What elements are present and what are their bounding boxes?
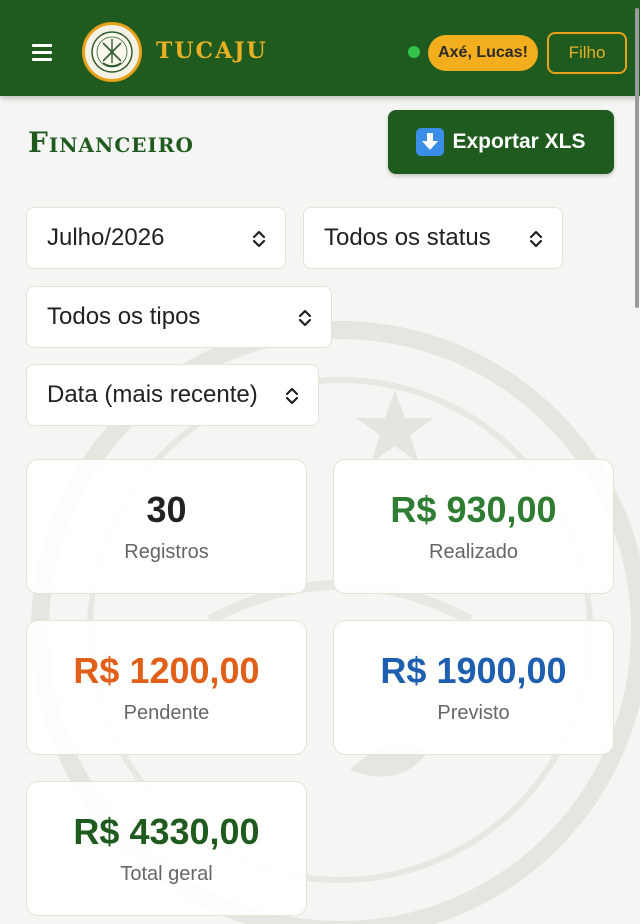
summary-card-realizado: R$ 930,00 Realizado (333, 459, 614, 594)
month-select-value: Julho/2026 (47, 224, 165, 251)
status-select-value: Todos os status (324, 224, 491, 251)
summary-card-pendente: R$ 1200,00 Pendente (26, 620, 307, 755)
chevron-updown-icon (252, 230, 266, 248)
sort-select-value: Data (mais recente) (47, 381, 258, 408)
summary-card-previsto: R$ 1900,00 Previsto (333, 620, 614, 755)
type-select-value: Todos os tipos (47, 303, 201, 330)
hamburger-icon[interactable] (32, 44, 52, 61)
download-arrow-icon (416, 128, 445, 156)
role-button[interactable]: Filho (547, 32, 627, 74)
scrollbar-thumb[interactable] (635, 8, 639, 308)
app-header: TUCAJU Axé, Lucas! Filho (0, 0, 640, 96)
month-select[interactable]: Julho/2026 (26, 207, 286, 269)
summary-value: R$ 930,00 (390, 489, 557, 530)
chevron-updown-icon (529, 230, 543, 248)
chevron-updown-icon (298, 309, 312, 327)
summary-card-total-geral: R$ 4330,00 Total geral (26, 781, 307, 916)
greeting-badge[interactable]: Axé, Lucas! (428, 35, 538, 71)
summary-value: R$ 1200,00 (73, 650, 260, 691)
summary-value: R$ 1900,00 (380, 650, 567, 691)
summary-label: Realizado (429, 541, 518, 563)
tucaju-logo[interactable] (82, 22, 142, 82)
brand-name: TUCAJU (156, 38, 268, 64)
status-select[interactable]: Todos os status (303, 207, 563, 269)
main-content: Financeiro Exportar XLS Julho/2026 Todos… (0, 96, 640, 924)
export-button-label: Exportar XLS (452, 130, 586, 153)
type-select[interactable]: Todos os tipos (26, 286, 332, 348)
summary-label: Registros (124, 541, 209, 563)
online-status-dot (408, 46, 420, 58)
export-xls-button[interactable]: Exportar XLS (388, 110, 614, 174)
summary-value: R$ 4330,00 (73, 811, 260, 852)
summary-value: 30 (146, 489, 187, 530)
chevron-updown-icon (285, 387, 299, 405)
summary-card-registros: 30 Registros (26, 459, 307, 594)
summary-label: Total geral (120, 863, 213, 885)
page-title: Financeiro (28, 126, 194, 159)
summary-label: Pendente (123, 702, 210, 724)
summary-label: Previsto (437, 702, 510, 724)
logo-emblem-icon (91, 31, 133, 73)
sort-select[interactable]: Data (mais recente) (26, 364, 319, 426)
